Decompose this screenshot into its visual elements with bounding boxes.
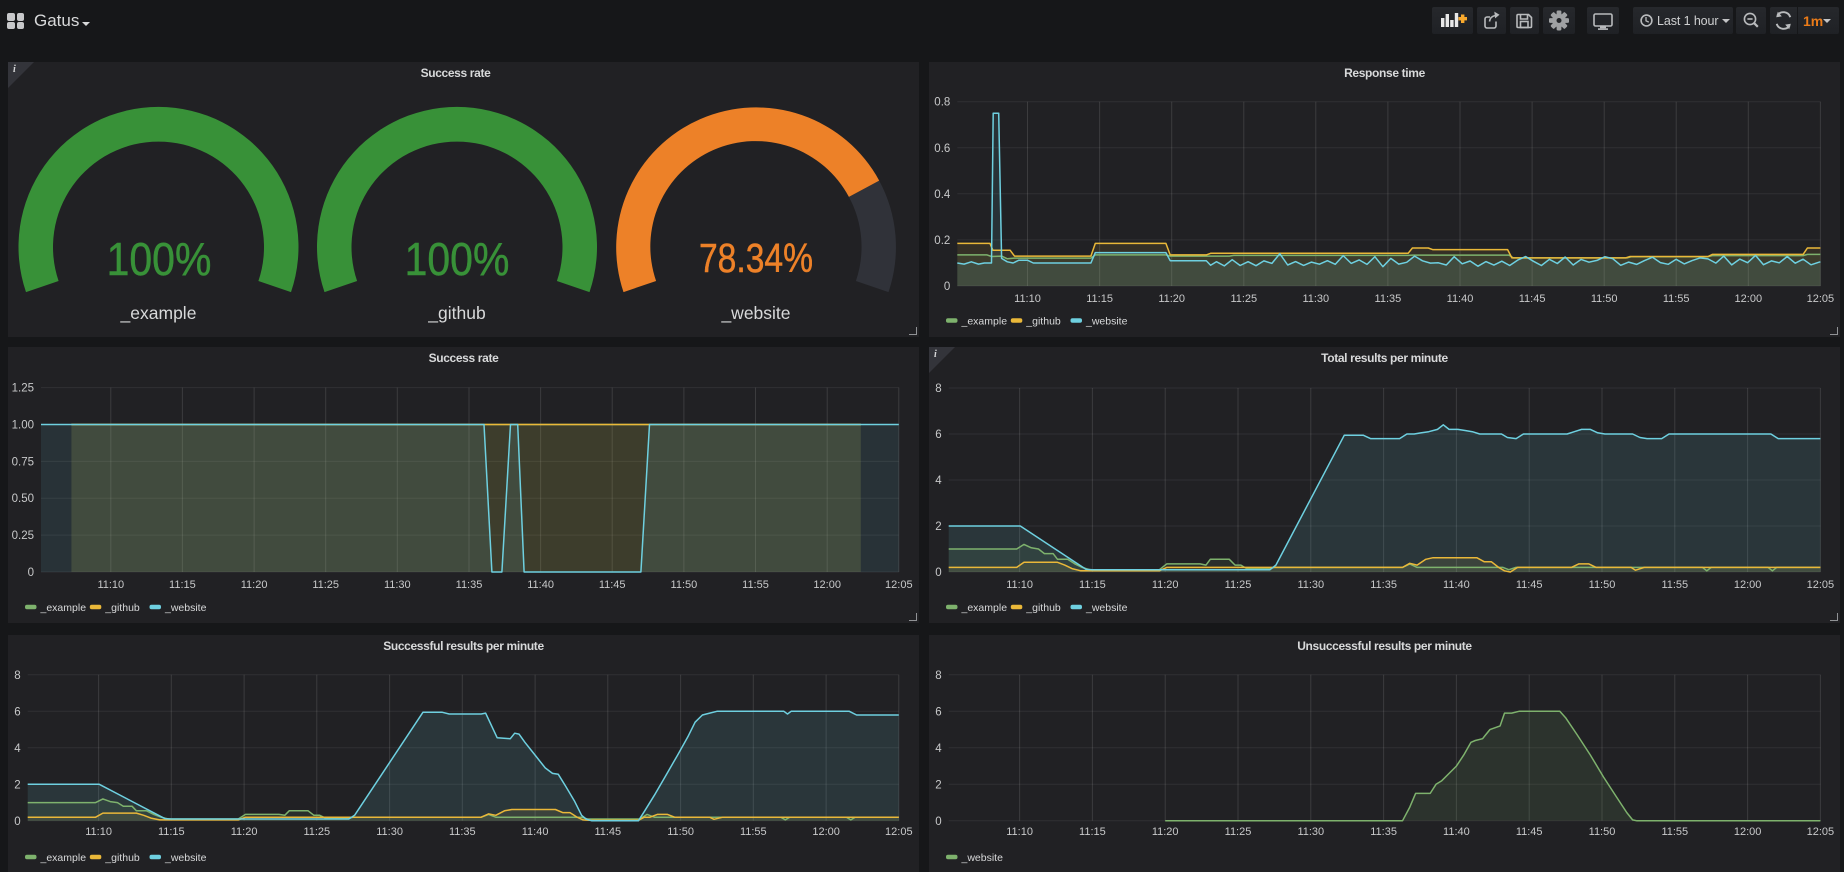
svg-text:11:55: 11:55: [1663, 293, 1690, 305]
svg-text:11:25: 11:25: [312, 579, 339, 591]
svg-text:11:30: 11:30: [376, 826, 403, 838]
svg-text:0.75: 0.75: [12, 456, 34, 468]
svg-text:11:20: 11:20: [241, 579, 268, 591]
svg-text:1.00: 1.00: [12, 420, 34, 432]
svg-text:0.25: 0.25: [12, 530, 34, 542]
svg-text:11:20: 11:20: [1152, 826, 1179, 838]
svg-text:8: 8: [935, 670, 941, 682]
svg-text:11:30: 11:30: [384, 579, 411, 591]
svg-text:11:45: 11:45: [1516, 826, 1543, 838]
svg-text:0.8: 0.8: [934, 97, 950, 109]
svg-text:0.2: 0.2: [934, 235, 950, 247]
svg-text:12:05: 12:05: [885, 826, 913, 838]
svg-text:12:05: 12:05: [1807, 293, 1835, 305]
svg-text:11:10: 11:10: [1014, 293, 1041, 305]
svg-text:_github: _github: [1025, 316, 1061, 328]
svg-text:8: 8: [935, 383, 941, 395]
svg-text:11:25: 11:25: [1225, 826, 1252, 838]
svg-text:_website: _website: [164, 602, 207, 614]
svg-text:_github: _github: [104, 852, 140, 864]
svg-text:11:40: 11:40: [1447, 293, 1474, 305]
svg-text:11:10: 11:10: [97, 579, 124, 591]
svg-text:11:50: 11:50: [667, 826, 694, 838]
svg-text:11:35: 11:35: [1370, 579, 1397, 591]
svg-text:11:45: 11:45: [594, 826, 621, 838]
svg-text:11:10: 11:10: [85, 826, 112, 838]
svg-text:11:35: 11:35: [456, 579, 483, 591]
svg-text:_website: _website: [1085, 316, 1128, 328]
svg-text:11:40: 11:40: [527, 579, 554, 591]
svg-text:11:55: 11:55: [740, 826, 767, 838]
svg-text:12:05: 12:05: [885, 579, 913, 591]
svg-text:12:00: 12:00: [1734, 826, 1762, 838]
svg-text:12:05: 12:05: [1807, 579, 1835, 591]
svg-text:0.4: 0.4: [934, 189, 951, 201]
svg-text:11:40: 11:40: [1443, 826, 1470, 838]
svg-text:6: 6: [935, 706, 941, 718]
svg-text:0: 0: [944, 281, 950, 293]
svg-text:11:55: 11:55: [1661, 579, 1688, 591]
svg-text:11:45: 11:45: [1516, 579, 1543, 591]
svg-text:11:50: 11:50: [671, 579, 698, 591]
svg-text:0: 0: [14, 816, 20, 828]
svg-text:11:15: 11:15: [158, 826, 185, 838]
svg-text:11:40: 11:40: [1443, 579, 1470, 591]
svg-text:11:40: 11:40: [522, 826, 549, 838]
svg-text:11:35: 11:35: [1370, 826, 1397, 838]
svg-text:11:55: 11:55: [1661, 826, 1688, 838]
svg-text:12:00: 12:00: [1734, 579, 1762, 591]
svg-text:11:10: 11:10: [1006, 579, 1033, 591]
svg-text:12:00: 12:00: [1735, 293, 1763, 305]
svg-text:12:05: 12:05: [1807, 826, 1835, 838]
svg-text:4: 4: [935, 475, 942, 487]
svg-text:12:00: 12:00: [812, 826, 840, 838]
svg-text:6: 6: [935, 429, 941, 441]
svg-text:11:50: 11:50: [1589, 826, 1616, 838]
svg-text:_example: _example: [961, 602, 1008, 614]
svg-text:_github: _github: [104, 602, 140, 614]
svg-text:11:50: 11:50: [1591, 293, 1618, 305]
svg-text:4: 4: [14, 743, 21, 755]
svg-text:8: 8: [14, 670, 20, 682]
svg-text:11:50: 11:50: [1589, 579, 1616, 591]
svg-text:11:20: 11:20: [1158, 293, 1185, 305]
svg-text:0: 0: [935, 816, 941, 828]
svg-text:2: 2: [14, 779, 20, 791]
svg-text:0: 0: [28, 567, 34, 579]
svg-text:_example: _example: [40, 602, 87, 614]
svg-text:11:30: 11:30: [1297, 579, 1324, 591]
svg-text:2: 2: [935, 779, 941, 791]
svg-text:_example: _example: [40, 852, 87, 864]
svg-text:11:15: 11:15: [1079, 826, 1106, 838]
svg-text:11:15: 11:15: [1079, 579, 1106, 591]
svg-text:_website: _website: [164, 852, 207, 864]
svg-text:0.6: 0.6: [934, 143, 950, 155]
svg-text:0: 0: [935, 567, 941, 579]
svg-text:0.50: 0.50: [12, 493, 34, 505]
svg-text:11:30: 11:30: [1302, 293, 1329, 305]
svg-text:_website: _website: [961, 852, 1004, 864]
svg-text:11:30: 11:30: [1297, 826, 1324, 838]
svg-text:11:35: 11:35: [1375, 293, 1402, 305]
svg-text:_website: _website: [1085, 602, 1128, 614]
svg-text:11:25: 11:25: [1230, 293, 1257, 305]
svg-text:11:45: 11:45: [599, 579, 626, 591]
svg-text:11:15: 11:15: [1086, 293, 1113, 305]
svg-text:_github: _github: [1025, 602, 1061, 614]
svg-text:12:00: 12:00: [813, 579, 841, 591]
svg-text:4: 4: [935, 743, 942, 755]
svg-text:6: 6: [14, 706, 20, 718]
svg-text:1.25: 1.25: [12, 383, 34, 395]
svg-text:11:20: 11:20: [1152, 579, 1179, 591]
svg-text:11:25: 11:25: [1225, 579, 1252, 591]
svg-text:11:35: 11:35: [449, 826, 476, 838]
svg-text:11:10: 11:10: [1006, 826, 1033, 838]
svg-text:_example: _example: [961, 316, 1008, 328]
svg-text:11:20: 11:20: [231, 826, 258, 838]
svg-text:11:45: 11:45: [1519, 293, 1546, 305]
svg-text:2: 2: [935, 521, 941, 533]
svg-text:11:15: 11:15: [169, 579, 196, 591]
svg-text:11:55: 11:55: [742, 579, 769, 591]
svg-text:11:25: 11:25: [303, 826, 330, 838]
